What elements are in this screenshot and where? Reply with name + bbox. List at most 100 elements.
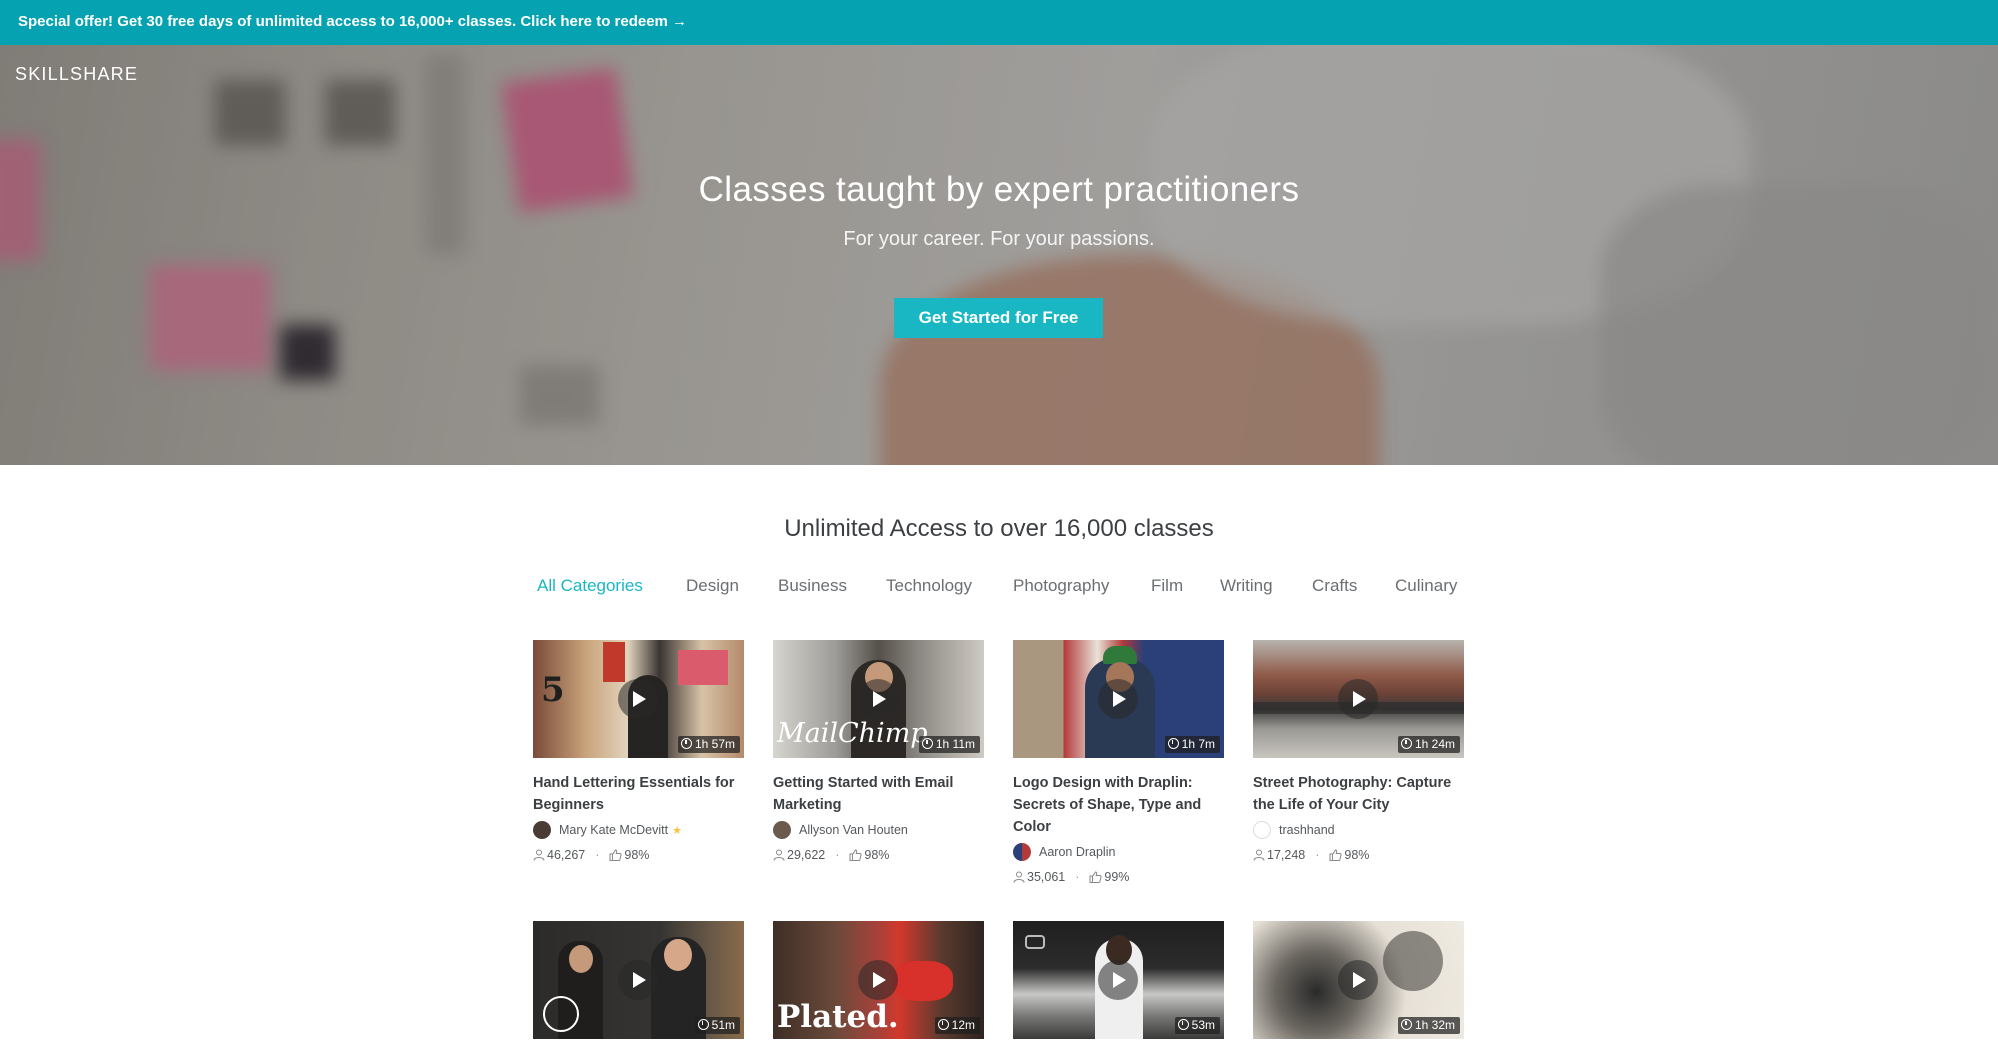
clock-icon	[1177, 1019, 1189, 1030]
author-row: trashhand	[1253, 821, 1335, 841]
tab-business[interactable]: Business	[778, 576, 847, 596]
separator: ·	[1075, 870, 1080, 884]
duration-badge: 1h 57m	[677, 736, 740, 753]
clock-icon	[1400, 1019, 1412, 1030]
separator: ·	[835, 848, 840, 862]
play-icon[interactable]	[858, 679, 898, 719]
brand-logo[interactable]: SKILLSHARE	[15, 64, 138, 85]
tab-crafts[interactable]: Crafts	[1312, 576, 1357, 596]
tab-all-categories[interactable]: All Categories	[537, 576, 643, 596]
duration-badge: 1h 32m	[1397, 1017, 1460, 1034]
rating: 98%	[864, 848, 890, 862]
stats-row: 29,622 · 98%	[773, 848, 889, 866]
get-started-button[interactable]: Get Started for Free	[894, 298, 1103, 338]
clock-icon	[1400, 738, 1412, 749]
separator: ·	[1315, 848, 1320, 862]
duration-text: 1h 11m	[935, 737, 975, 751]
class-thumbnail[interactable]: 5 1h 57m	[533, 640, 744, 758]
class-thumbnail[interactable]: Plated. 12m	[773, 921, 984, 1039]
hero-title: Classes taught by expert practitioners	[698, 170, 1300, 209]
duration-badge: 51m	[694, 1017, 740, 1034]
duration-badge: 1h 24m	[1397, 736, 1460, 753]
thumbs-up-icon	[1329, 849, 1343, 861]
duration-badge: 53m	[1174, 1017, 1220, 1034]
tab-culinary[interactable]: Culinary	[1395, 576, 1457, 596]
play-icon[interactable]	[858, 960, 898, 1000]
play-icon[interactable]	[618, 679, 658, 719]
author-name[interactable]: Mary Kate McDevitt	[559, 823, 668, 837]
class-thumbnail[interactable]: 51m	[533, 921, 744, 1039]
student-count: 17,248	[1267, 848, 1306, 862]
thumbnail-graphic	[603, 642, 625, 682]
tab-photography[interactable]: Photography	[1013, 576, 1109, 596]
avatar[interactable]	[1013, 843, 1031, 861]
rating: 98%	[1344, 848, 1370, 862]
stats-row: 46,267 · 98%	[533, 848, 649, 866]
rating: 99%	[1104, 870, 1130, 884]
thumbnail-graphic	[893, 961, 953, 1001]
class-thumbnail[interactable]: MailChimp 1h 11m	[773, 640, 984, 758]
promo-banner[interactable]: Special offer! Get 30 free days of unlim…	[0, 0, 1998, 45]
class-thumbnail[interactable]: 1h 7m	[1013, 640, 1224, 758]
clock-icon	[680, 738, 692, 749]
thumbs-up-icon	[849, 849, 863, 861]
clock-icon	[937, 1019, 949, 1030]
tab-technology[interactable]: Technology	[886, 576, 972, 596]
avatar[interactable]	[533, 821, 551, 839]
duration-text: 1h 32m	[1414, 1018, 1455, 1032]
hero-overlay	[0, 45, 1998, 465]
play-icon[interactable]	[1098, 960, 1138, 1000]
stats-row: 35,061 · 99%	[1013, 870, 1129, 888]
author-row: Allyson Van Houten	[773, 821, 908, 841]
duration-text: 12m	[951, 1018, 975, 1032]
section-title: Unlimited Access to over 16,000 classes	[784, 515, 1214, 542]
class-thumbnail[interactable]: 1h 24m	[1253, 640, 1464, 758]
class-title[interactable]: Getting Started with Email Marketing	[773, 772, 984, 816]
thumbs-up-icon	[609, 849, 623, 861]
play-icon[interactable]	[1338, 679, 1378, 719]
duration-badge: 12m	[934, 1017, 980, 1034]
play-icon[interactable]	[1338, 960, 1378, 1000]
thumbnail-logo-text: MailChimp	[777, 718, 928, 749]
play-icon[interactable]	[618, 960, 658, 1000]
separator: ·	[595, 848, 600, 862]
tab-design[interactable]: Design	[686, 576, 739, 596]
student-count: 46,267	[547, 848, 586, 862]
class-thumbnail[interactable]: 53m	[1013, 921, 1224, 1039]
hero-subtitle: For your career. For your passions.	[843, 228, 1155, 250]
class-title[interactable]: Logo Design with Draplin: Secrets of Sha…	[1013, 772, 1224, 838]
avatar[interactable]	[1253, 821, 1271, 839]
thumbnail-graphic	[1383, 931, 1443, 991]
author-name[interactable]: trashhand	[1279, 823, 1335, 837]
stats-row: 17,248 · 98%	[1253, 848, 1369, 866]
thumbnail-graphic	[664, 939, 692, 971]
hero-section: SKILLSHARE Classes taught by expert prac…	[0, 45, 1998, 465]
tab-writing[interactable]: Writing	[1220, 576, 1273, 596]
duration-badge: 1h 7m	[1164, 736, 1220, 753]
duration-text: 51m	[711, 1018, 735, 1032]
thumbnail-graphic	[1025, 935, 1045, 949]
author-name[interactable]: Allyson Van Houten	[799, 823, 908, 837]
student-count: 35,061	[1027, 870, 1066, 884]
avatar[interactable]	[773, 821, 791, 839]
thumbnail-graphic: 5	[541, 670, 565, 710]
play-icon[interactable]	[1098, 679, 1138, 719]
star-icon: ★	[672, 824, 682, 837]
author-row: Mary Kate McDevitt ★	[533, 821, 682, 841]
student-count: 29,622	[787, 848, 826, 862]
author-name[interactable]: Aaron Draplin	[1039, 845, 1115, 859]
clock-icon	[697, 1019, 709, 1030]
class-thumbnail[interactable]: 1h 32m	[1253, 921, 1464, 1039]
students-icon	[1253, 849, 1265, 861]
students-icon	[773, 849, 785, 861]
class-title[interactable]: Hand Lettering Essentials for Beginners	[533, 772, 744, 816]
thumbs-up-icon	[1089, 871, 1103, 883]
clock-icon	[921, 738, 933, 749]
clock-icon	[1167, 738, 1179, 749]
thumbnail-logo	[543, 996, 579, 1032]
duration-badge: 1h 11m	[918, 736, 980, 753]
tab-film[interactable]: Film	[1151, 576, 1183, 596]
class-title[interactable]: Street Photography: Capture the Life of …	[1253, 772, 1464, 816]
thumbnail-graphic	[678, 650, 728, 685]
students-icon	[1013, 871, 1025, 883]
